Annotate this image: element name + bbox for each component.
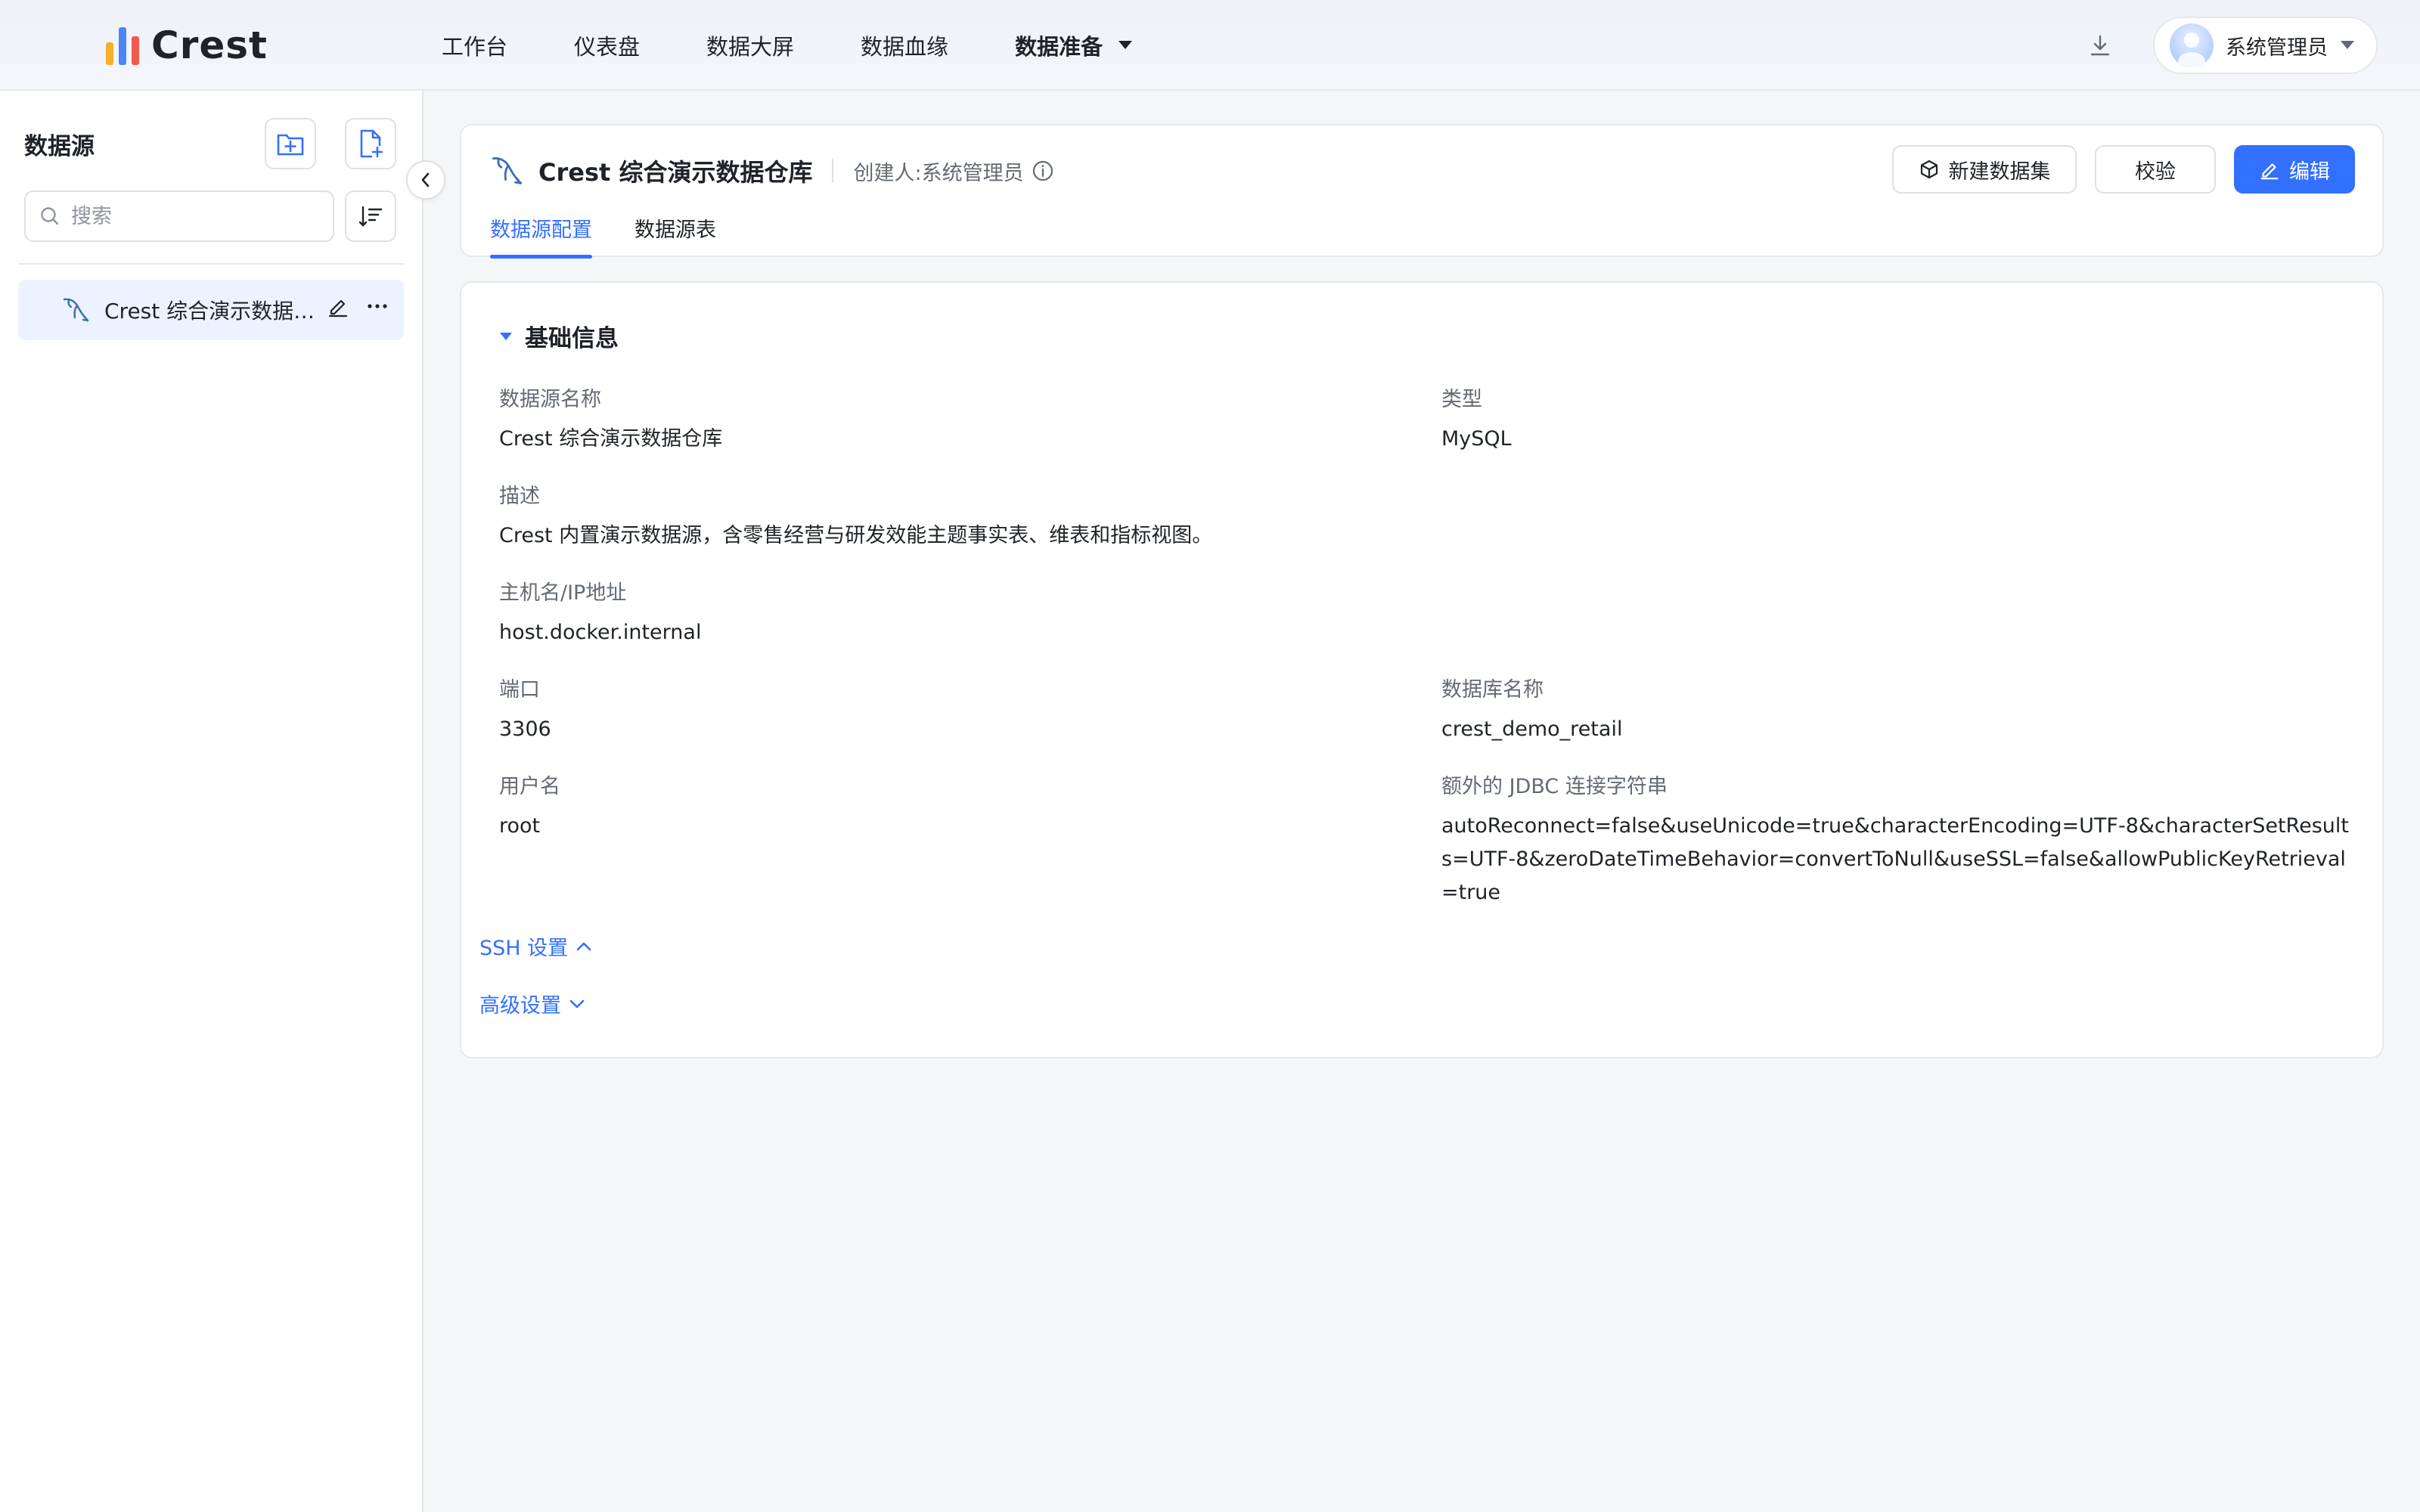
edit-icon[interactable] <box>327 295 349 318</box>
field-jdbc-params: 额外的 JDBC 连接字符串 autoReconnect=false&useUn… <box>1441 770 2349 909</box>
new-dataset-button[interactable]: 新建数据集 <box>1892 145 2077 194</box>
sort-icon <box>358 206 383 227</box>
field-value: autoReconnect=false&useUnicode=true&char… <box>1441 814 2349 904</box>
new-folder-button[interactable] <box>265 118 316 169</box>
title-separator <box>832 159 834 183</box>
edit-label: 编辑 <box>2289 160 2330 184</box>
nav-label: 数据血缘 <box>861 34 949 60</box>
nav-label: 仪表盘 <box>574 34 641 60</box>
sidebar-item-label: Crest 综合演示数据仓库 <box>104 299 316 324</box>
caret-down-icon <box>1118 41 1133 49</box>
tree-item-actions <box>327 295 389 318</box>
avatar <box>2170 23 2214 67</box>
datasource-tabs: 数据源配置 数据源表 <box>490 209 716 259</box>
search-input[interactable] <box>71 204 313 228</box>
basic-info-header[interactable]: 基础信息 <box>499 319 619 353</box>
sidebar-divider <box>18 263 404 265</box>
new-datasource-button[interactable] <box>345 118 396 169</box>
field-value: 3306 <box>499 717 551 741</box>
nav-item-data-prep[interactable]: 数据准备 <box>1015 29 1133 61</box>
ssh-settings-toggle[interactable]: SSH 设置 <box>479 931 592 961</box>
header-actions: 新建数据集 校验 编辑 <box>1892 145 2355 194</box>
edit-button[interactable]: 编辑 <box>2234 145 2355 194</box>
advanced-settings-label: 高级设置 <box>479 994 561 1018</box>
search-field <box>24 191 334 242</box>
advanced-settings-toggle[interactable]: 高级设置 <box>479 989 585 1018</box>
field-value: MySQL <box>1441 427 1512 451</box>
mysql-dolphin-icon <box>492 157 522 184</box>
datasource-title-row: Crest 综合演示数据仓库 创建人:系统管理员 <box>490 148 1054 194</box>
chevron-up-icon <box>576 942 591 950</box>
field-type: 类型 MySQL <box>1441 383 1512 456</box>
search-icon <box>41 207 59 225</box>
field-datasource-name: 数据源名称 Crest 综合演示数据仓库 <box>499 383 722 456</box>
nav-label: 工作台 <box>442 34 508 60</box>
nav-item-data-screen[interactable]: 数据大屏 <box>706 29 794 61</box>
validate-button[interactable]: 校验 <box>2095 145 2216 194</box>
top-navbar: Crest 工作台 仪表盘 数据大屏 数据血缘 数据准备 系统管理员 <box>0 0 2420 91</box>
nav-item-workbench[interactable]: 工作台 <box>442 29 507 61</box>
field-label: 类型 <box>1441 388 1482 411</box>
sort-button[interactable] <box>345 191 396 242</box>
field-username: 用户名 root <box>499 770 560 843</box>
field-value: Crest 内置演示数据源，含零售经营与研发效能主题事实表、维表和指标视图。 <box>499 524 1213 547</box>
tab-datasource-tables[interactable]: 数据源表 <box>634 209 716 259</box>
user-name: 系统管理员 <box>2226 36 2328 60</box>
sidebar-datasource-item[interactable]: Crest 综合演示数据仓库 <box>18 280 404 340</box>
field-label: 描述 <box>499 485 540 508</box>
nav-item-data-lineage[interactable]: 数据血缘 <box>861 29 948 61</box>
field-description: 描述 Crest 内置演示数据源，含零售经营与研发效能主题事实表、维表和指标视图… <box>499 479 1212 553</box>
tab-datasource-config[interactable]: 数据源配置 <box>490 209 592 259</box>
new-dataset-label: 新建数据集 <box>1948 160 2051 184</box>
user-menu[interactable]: 系统管理员 <box>2153 17 2378 74</box>
user-avatar-icon <box>2178 33 2205 67</box>
field-label: 主机名/IP地址 <box>499 581 627 605</box>
field-label: 额外的 JDBC 连接字符串 <box>1441 775 1668 798</box>
nav-item-dashboard[interactable]: 仪表盘 <box>574 29 640 61</box>
caret-down-icon <box>2341 41 2354 49</box>
caret-down-icon <box>500 332 512 340</box>
chevron-down-icon <box>569 999 585 1008</box>
main-nav: 工作台 仪表盘 数据大屏 数据血缘 数据准备 <box>442 0 1199 91</box>
datasource-header-card: Crest 综合演示数据仓库 创建人:系统管理员 新建数据集 校验 编辑 数据源… <box>460 124 2384 259</box>
creator-info: 创建人:系统管理员 <box>853 156 1053 186</box>
field-label: 数据库名称 <box>1441 678 1544 702</box>
field-label: 数据源名称 <box>499 388 601 411</box>
app-name: Crest <box>151 23 268 67</box>
validate-label: 校验 <box>2135 160 2176 184</box>
creator-text: 创建人:系统管理员 <box>853 161 1024 185</box>
collapse-sidebar-button[interactable] <box>406 160 445 200</box>
file-add-icon <box>360 129 383 158</box>
datasource-title: Crest 综合演示数据仓库 <box>538 158 813 187</box>
field-value: host.docker.internal <box>499 621 702 644</box>
edit-icon <box>2260 163 2279 180</box>
folder-add-icon <box>277 134 304 156</box>
field-value: Crest 综合演示数据仓库 <box>499 427 723 451</box>
cube-icon <box>1920 160 1938 179</box>
sidebar-title: 数据源 <box>24 133 95 160</box>
chevron-left-icon <box>421 172 430 187</box>
info-icon[interactable] <box>1032 160 1054 182</box>
app-logo[interactable]: Crest <box>106 21 268 70</box>
field-value: crest_demo_retail <box>1441 717 1623 741</box>
field-value: root <box>499 814 541 838</box>
download-button[interactable] <box>2085 30 2115 60</box>
basic-info-card: 基础信息 数据源名称 Crest 综合演示数据仓库 类型 MySQL 描述 Cr… <box>460 281 2384 1058</box>
nav-label: 数据准备 <box>1015 34 1103 60</box>
nav-label: 数据大屏 <box>706 34 795 60</box>
logo-bars-icon <box>106 27 139 65</box>
field-database-name: 数据库名称 crest_demo_retail <box>1441 673 1622 746</box>
field-port: 端口 3306 <box>499 673 551 746</box>
top-right-tools: 系统管理员 <box>2085 17 2378 74</box>
field-host: 主机名/IP地址 host.docker.internal <box>499 576 701 649</box>
more-icon[interactable] <box>366 295 389 318</box>
field-label: 端口 <box>499 678 540 702</box>
download-icon <box>2090 35 2110 56</box>
field-label: 用户名 <box>499 775 560 798</box>
mysql-dolphin-icon <box>63 298 89 322</box>
section-title: 基础信息 <box>525 325 619 352</box>
ssh-settings-label: SSH 设置 <box>479 937 569 960</box>
